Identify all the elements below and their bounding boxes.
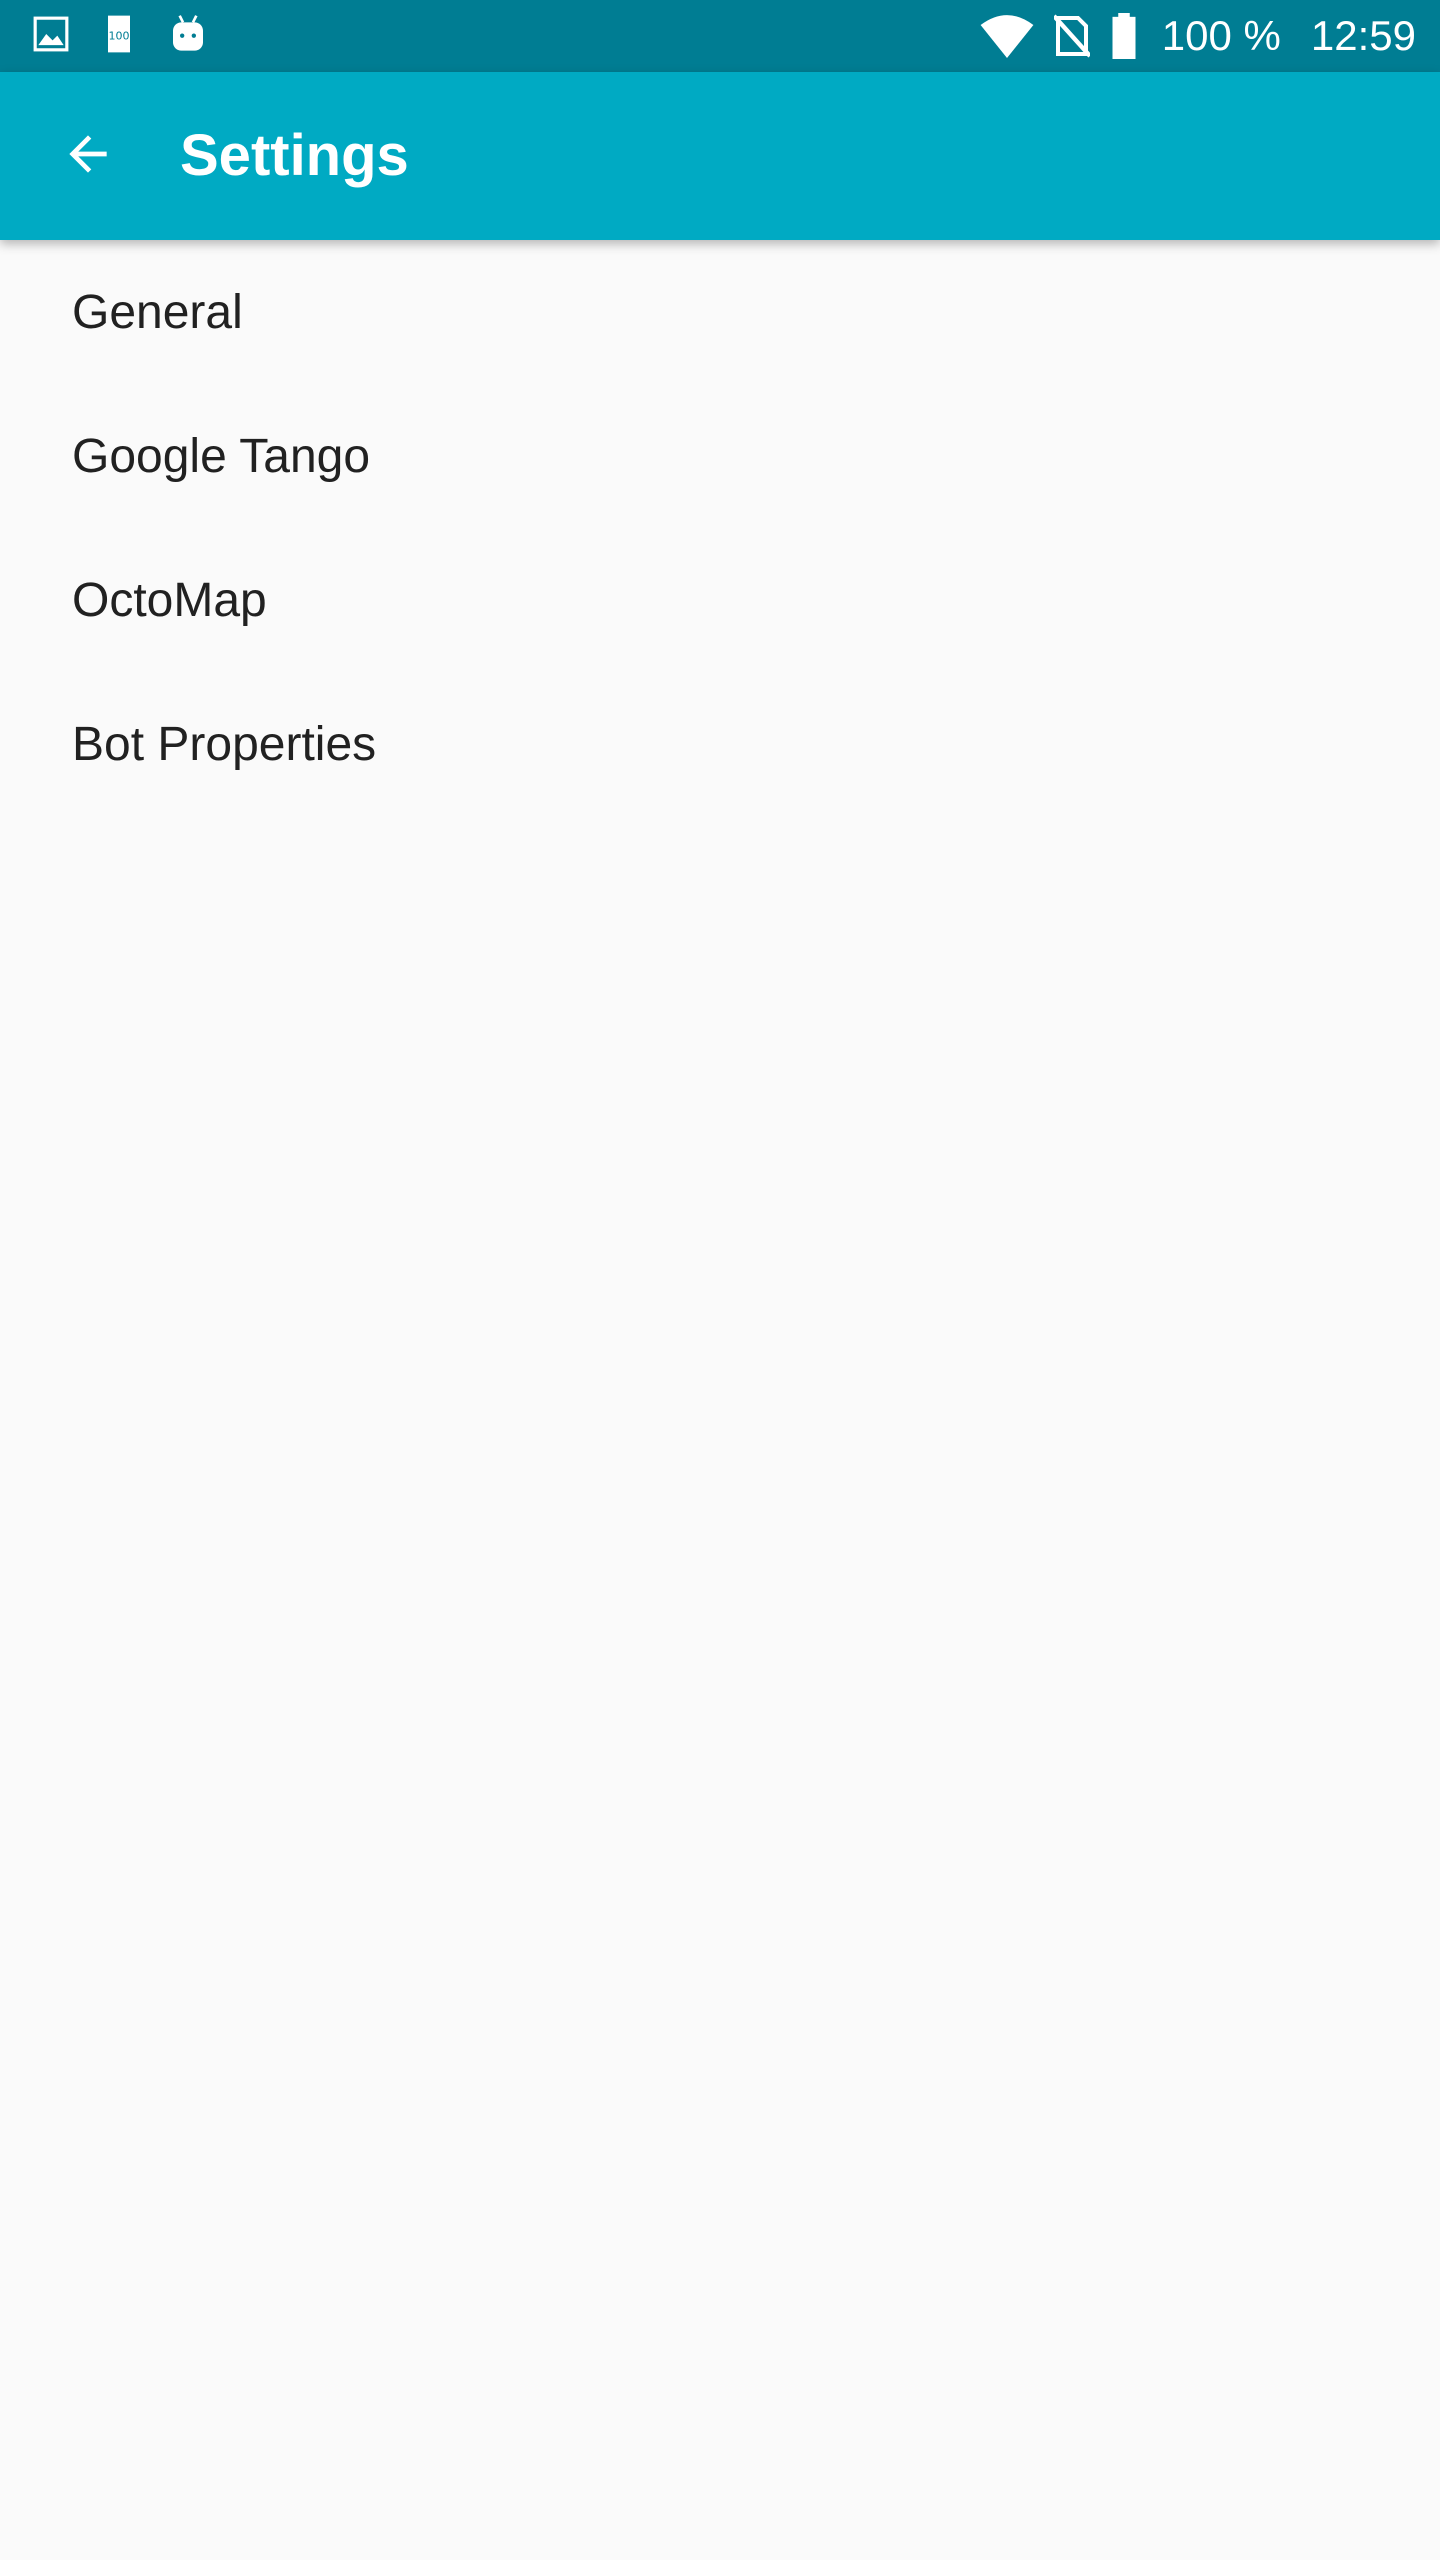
arrow-back-icon <box>60 126 116 187</box>
back-button[interactable] <box>40 108 136 204</box>
battery-icon <box>1110 13 1138 59</box>
sd-card-icon: 100 <box>104 12 134 61</box>
image-icon <box>32 15 70 58</box>
settings-item-label: Bot Properties <box>72 717 377 771</box>
app-bar: Settings <box>0 72 1440 240</box>
settings-item-general[interactable]: General <box>0 240 1440 384</box>
svg-text:100: 100 <box>109 29 130 42</box>
wifi-icon <box>980 14 1034 58</box>
no-sim-icon <box>1053 14 1090 58</box>
system-status: 100 % 12:59 <box>980 0 1416 72</box>
settings-item-octomap[interactable]: OctoMap <box>0 528 1440 672</box>
settings-item-label: General <box>72 285 243 339</box>
settings-item-label: Google Tango <box>72 429 371 483</box>
notification-icons: 100 <box>32 12 208 60</box>
settings-list: General Google Tango OctoMap Bot Propert… <box>0 240 1440 816</box>
page-title: Settings <box>180 123 409 188</box>
settings-item-google-tango[interactable]: Google Tango <box>0 384 1440 528</box>
settings-item-bot-properties[interactable]: Bot Properties <box>0 672 1440 816</box>
settings-item-label: OctoMap <box>72 573 267 627</box>
status-bar: 100 100 % 12:59 <box>0 0 1440 72</box>
clock: 12:59 <box>1310 12 1416 59</box>
battery-percentage: 100 % <box>1161 12 1281 59</box>
android-icon <box>168 12 208 61</box>
